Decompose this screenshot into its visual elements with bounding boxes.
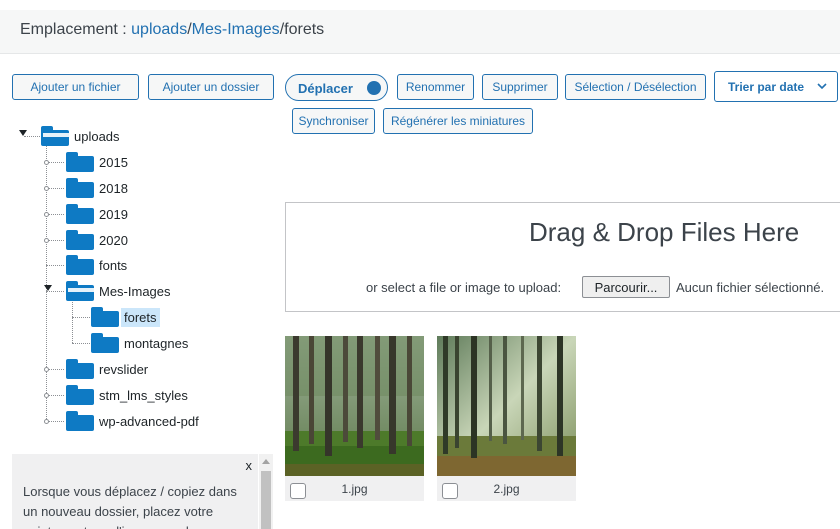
tree-node-uploads[interactable]: uploads — [41, 124, 123, 148]
move-toggle[interactable]: Déplacer — [285, 74, 388, 101]
file-card[interactable]: 1.jpg — [285, 336, 424, 501]
tree-node-revslider[interactable]: revslider — [66, 357, 151, 381]
tree-node-label: montagnes — [124, 335, 189, 351]
tree-node-forets[interactable]: forets — [91, 305, 160, 329]
expand-arrow-icon[interactable] — [44, 285, 52, 291]
chevron-down-icon — [817, 83, 827, 90]
breadcrumb-uploads[interactable]: uploads — [131, 21, 187, 38]
tree-node-2019[interactable]: 2019 — [66, 202, 131, 226]
node-dot-icon[interactable] — [44, 212, 49, 217]
tree-node-label: stm_lms_styles — [99, 387, 188, 403]
file-name: 2.jpg — [493, 482, 520, 496]
tree-line — [72, 343, 90, 344]
tree-line — [46, 265, 64, 266]
help-notice: x Lorsque vous déplacez / copiez dans un… — [12, 454, 258, 529]
file-name: 1.jpg — [341, 482, 368, 496]
folder-icon — [66, 359, 94, 379]
tree-node-2015[interactable]: 2015 — [66, 150, 131, 174]
folder-icon — [66, 385, 94, 405]
regenerate-thumbnails-button[interactable]: Régénérer les miniatures — [383, 108, 533, 134]
tree-line — [24, 136, 40, 137]
location-bar: Emplacement : uploads/Mes-Images/forets — [0, 10, 840, 54]
folder-open-icon — [66, 281, 94, 301]
node-dot-icon[interactable] — [44, 367, 49, 372]
scroll-up-arrow-icon[interactable] — [262, 459, 270, 464]
tree-node-label: fonts — [99, 257, 128, 273]
help-scrollbar[interactable] — [259, 454, 273, 529]
folder-tree: uploads 2015 2018 2019 2020 fonts Mes-Im… — [0, 118, 270, 438]
tree-node-2020[interactable]: 2020 — [66, 228, 131, 252]
close-help-button[interactable]: x — [246, 458, 253, 473]
upload-dropzone[interactable]: Drag & Drop Files Here or select a file … — [285, 202, 840, 312]
breadcrumb: Emplacement : uploads/Mes-Images/forets — [20, 21, 324, 39]
add-folder-button[interactable]: Ajouter un dossier — [148, 74, 274, 100]
scrollbar-thumb[interactable] — [261, 471, 271, 529]
tree-node-label: forets — [121, 307, 160, 327]
no-file-selected-text: Aucun fichier sélectionné. — [676, 280, 825, 295]
tree-node-label: 2020 — [99, 232, 128, 248]
folder-icon — [66, 152, 94, 172]
folder-icon — [66, 255, 94, 275]
node-dot-icon[interactable] — [44, 238, 49, 243]
folder-icon — [91, 333, 119, 353]
tree-line — [46, 136, 47, 419]
forest-photo-icon[interactable] — [437, 336, 576, 476]
tree-node-stm-lms-styles[interactable]: stm_lms_styles — [66, 383, 191, 407]
tree-node-label: 2018 — [99, 180, 128, 196]
node-dot-icon[interactable] — [44, 186, 49, 191]
folder-icon — [66, 411, 94, 431]
select-deselect-button[interactable]: Sélection / Désélection — [565, 74, 706, 100]
folder-icon — [66, 230, 94, 250]
dropzone-title: Drag & Drop Files Here — [529, 217, 800, 247]
tree-line — [72, 317, 90, 318]
folder-icon — [66, 204, 94, 224]
delete-button[interactable]: Supprimer — [482, 74, 558, 100]
browse-button[interactable]: Parcourir... — [582, 276, 670, 298]
tree-node-2018[interactable]: 2018 — [66, 176, 131, 200]
file-card[interactable]: 2.jpg — [437, 336, 576, 501]
tree-node-label: 2015 — [99, 154, 128, 170]
sync-button[interactable]: Synchroniser — [292, 108, 375, 134]
toggle-knob — [367, 81, 381, 95]
expand-arrow-icon[interactable] — [19, 130, 27, 136]
tree-node-label: revslider — [99, 361, 149, 377]
node-dot-icon[interactable] — [44, 419, 49, 424]
tree-node-mes-images[interactable]: Mes-Images — [66, 279, 174, 303]
tree-node-label: uploads — [74, 128, 120, 144]
tree-node-fonts[interactable]: fonts — [66, 253, 130, 277]
tree-node-label: wp-advanced-pdf — [99, 413, 199, 429]
sort-select-value: Trier par date — [728, 80, 805, 94]
breadcrumb-current: forets — [284, 21, 325, 38]
add-file-button[interactable]: Ajouter un fichier — [12, 74, 139, 100]
tree-node-label: Mes-Images — [99, 283, 171, 299]
folder-icon — [66, 178, 94, 198]
tree-node-label: 2019 — [99, 206, 128, 222]
sort-select[interactable]: Trier par date — [714, 71, 838, 102]
tree-node-wp-advanced-pdf[interactable]: wp-advanced-pdf — [66, 409, 202, 433]
tree-node-montagnes[interactable]: montagnes — [91, 331, 191, 355]
help-text: Lorsque vous déplacez / copiez dans un n… — [23, 484, 237, 529]
location-prefix: Emplacement : — [20, 21, 132, 38]
upload-hint: or select a file or image to upload: — [366, 280, 562, 295]
breadcrumb-mes-images[interactable]: Mes-Images — [192, 21, 280, 38]
tree-line — [46, 291, 64, 292]
node-dot-icon[interactable] — [44, 393, 49, 398]
folder-icon — [91, 307, 119, 327]
forest-photo-icon[interactable] — [285, 336, 424, 476]
folder-open-icon — [41, 126, 69, 146]
rename-button[interactable]: Renommer — [397, 74, 474, 100]
move-toggle-label: Déplacer — [298, 81, 353, 96]
node-dot-icon[interactable] — [44, 160, 49, 165]
